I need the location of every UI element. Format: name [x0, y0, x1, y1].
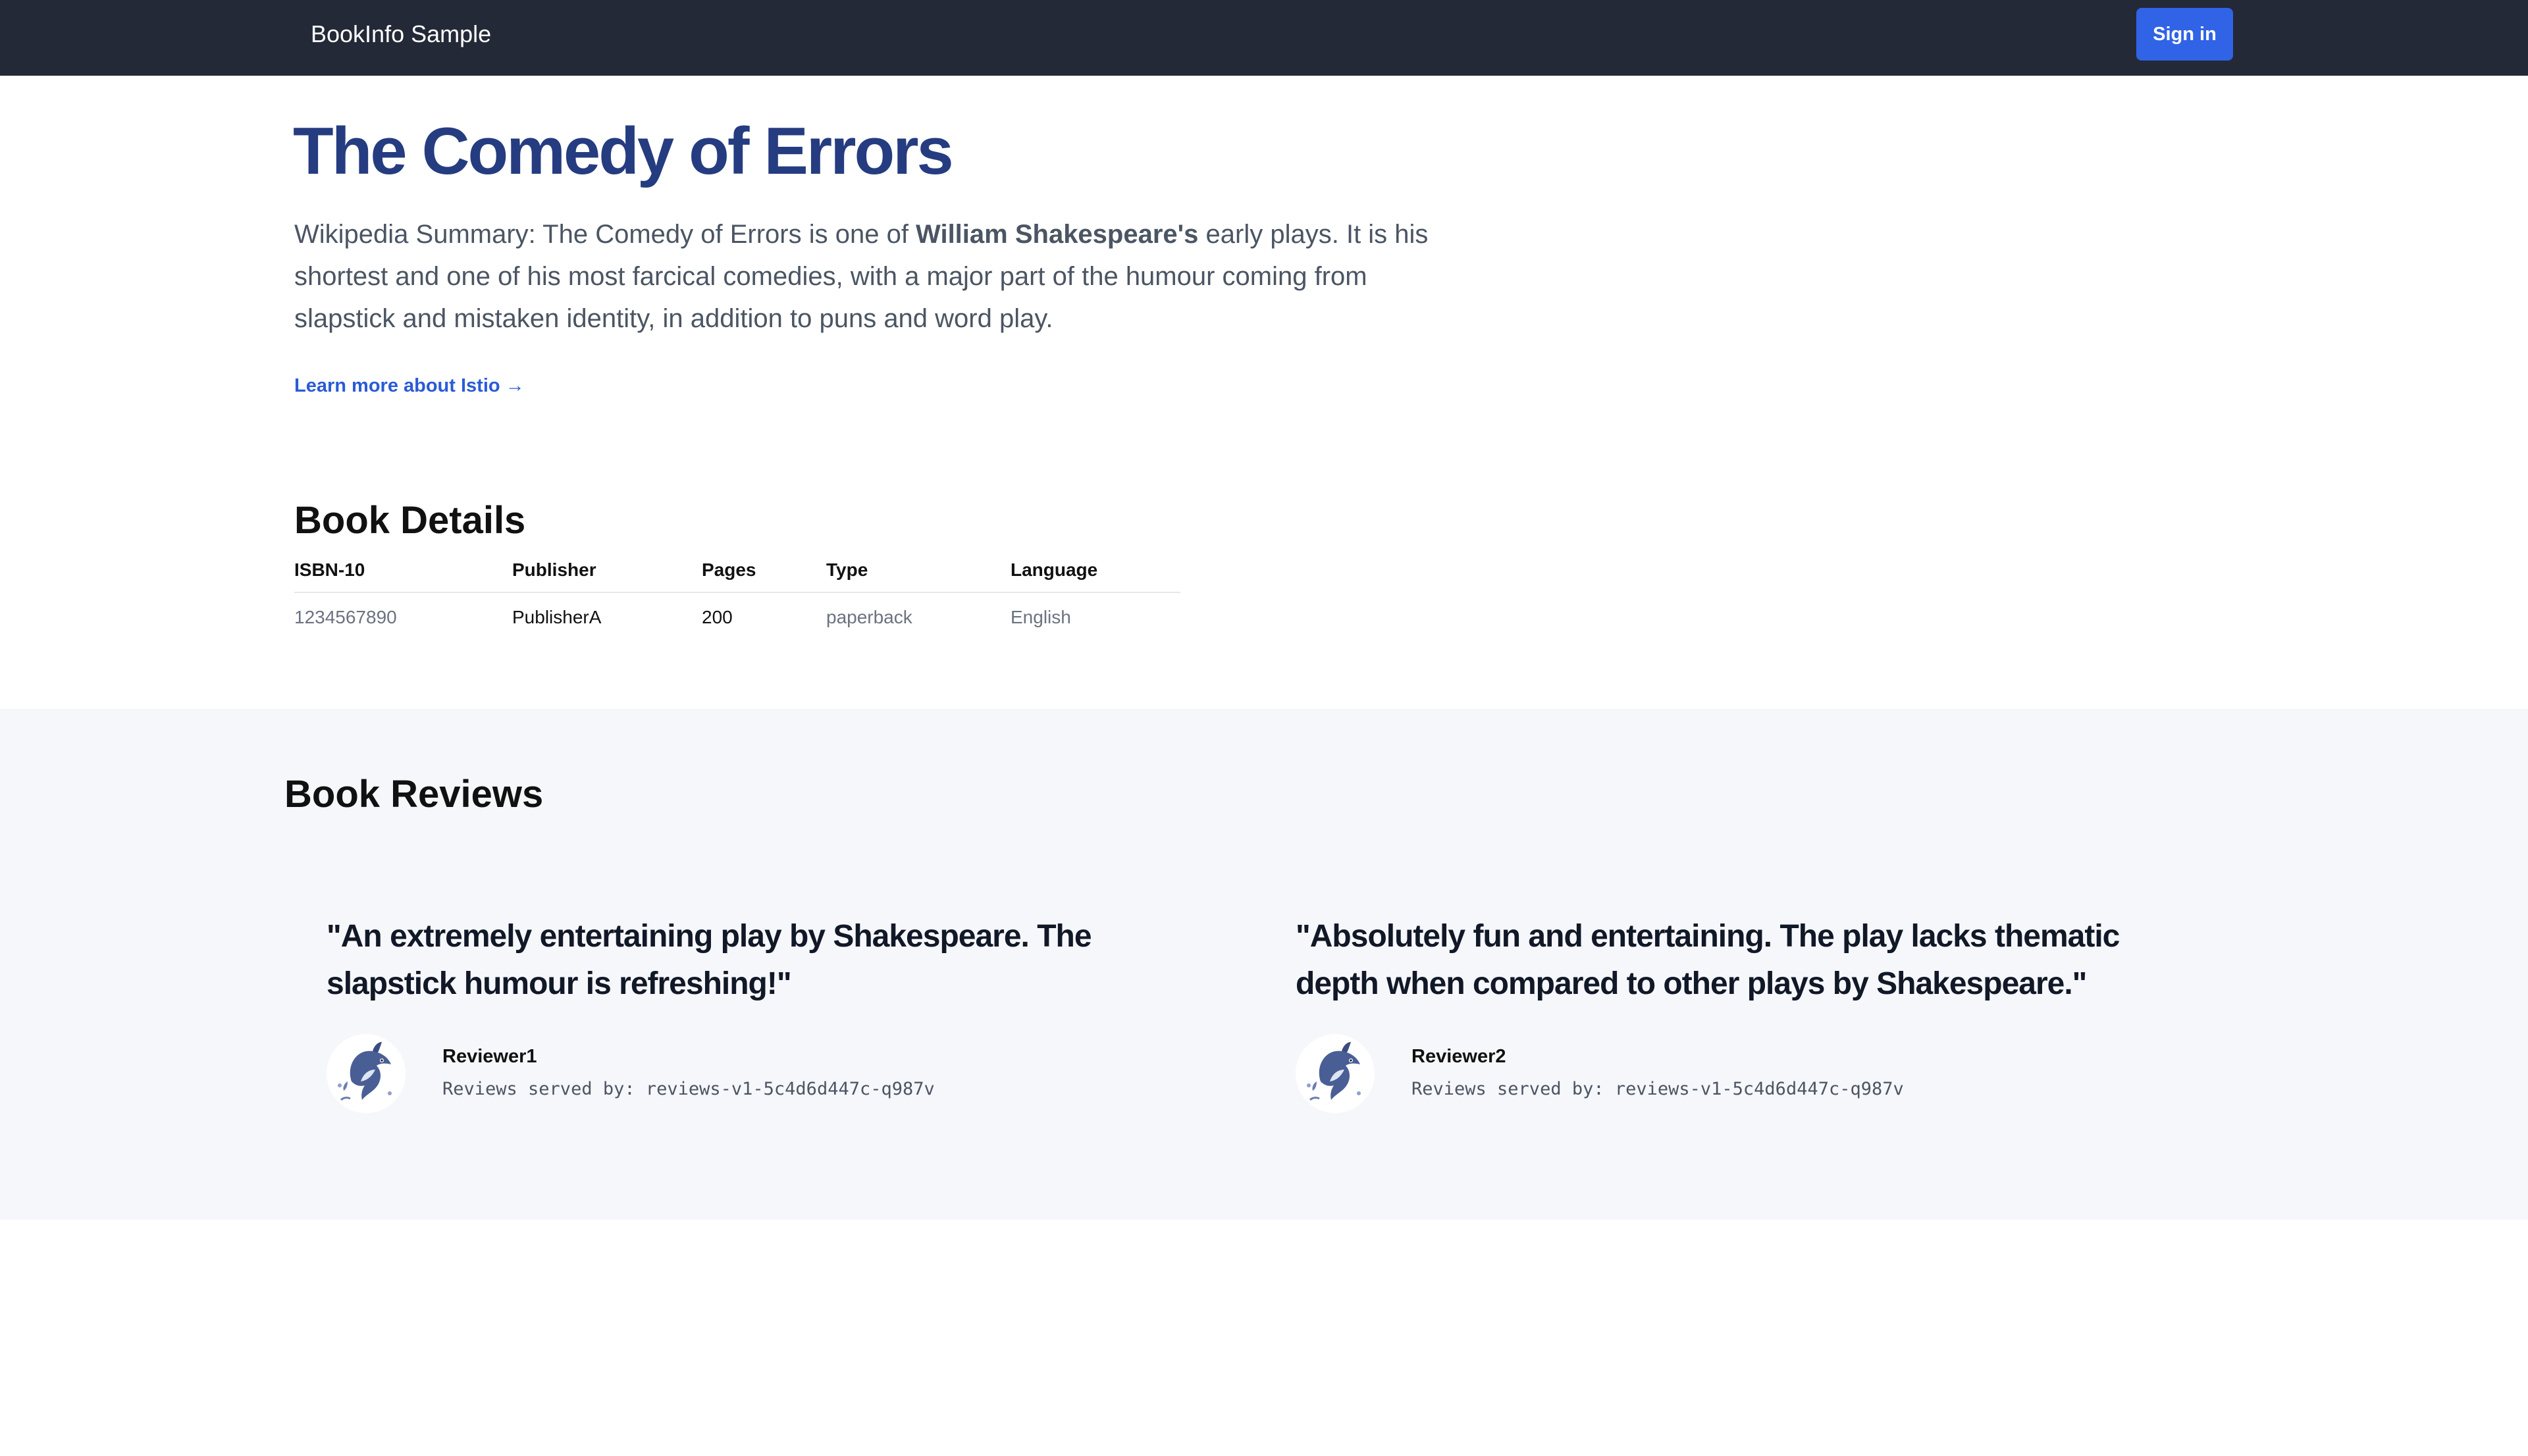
- cell-type: paperback: [826, 606, 912, 627]
- served-by-text: Reviews served by: reviews-v1-5c4d6d447c…: [442, 1079, 935, 1099]
- book-details-table: ISBN-10 Publisher Pages Type Language 12…: [294, 559, 1180, 641]
- header-isbn: ISBN-10: [294, 559, 512, 593]
- table-row: 1234567890 PublisherA 200 paperback Engl…: [294, 592, 1180, 641]
- reviewer-info: Reviewer1 Reviews served by: reviews-v1-…: [327, 1034, 1215, 1113]
- dolphin-avatar-icon: [327, 1034, 406, 1113]
- dolphin-avatar-icon: [1296, 1034, 1375, 1113]
- cell-isbn: 1234567890: [294, 606, 397, 627]
- reviewer-name: Reviewer1: [442, 1046, 537, 1067]
- review-card: "An extremely entertaining play by Shake…: [327, 913, 1215, 1113]
- header-pages: Pages: [702, 559, 826, 593]
- header-language: Language: [1011, 559, 1180, 593]
- learn-more-link[interactable]: Learn more about Istio →: [294, 374, 525, 398]
- book-summary: Wikipedia Summary: The Comedy of Errors …: [294, 213, 1473, 340]
- book-title: The Comedy of Errors: [293, 115, 954, 188]
- table-header-row: ISBN-10 Publisher Pages Type Language: [294, 559, 1180, 593]
- summary-prefix: Wikipedia Summary: The Comedy of Errors …: [294, 220, 916, 249]
- brand-link[interactable]: BookInfo Sample: [311, 20, 491, 49]
- reviewer-info: Reviewer2 Reviews served by: reviews-v1-…: [1296, 1034, 2184, 1113]
- header-publisher: Publisher: [512, 559, 702, 593]
- reviews-section: Book Reviews "An extremely entertaining …: [0, 709, 2528, 1220]
- served-by-text: Reviews served by: reviews-v1-5c4d6d447c…: [1411, 1079, 1904, 1099]
- cell-pages: 200: [702, 606, 733, 627]
- header-type: Type: [826, 559, 1011, 593]
- review-card: "Absolutely fun and entertaining. The pl…: [1296, 913, 2184, 1113]
- review-quote: "Absolutely fun and entertaining. The pl…: [1296, 919, 2120, 1001]
- cell-language: English: [1011, 606, 1071, 627]
- reviewer-name: Reviewer2: [1411, 1046, 1506, 1067]
- book-details-heading: Book Details: [294, 499, 526, 542]
- cell-publisher: PublisherA: [512, 606, 602, 627]
- sign-in-button[interactable]: Sign in: [2136, 8, 2233, 61]
- top-navbar: BookInfo Sample Sign in: [0, 0, 2528, 76]
- summary-author: William Shakespeare's: [916, 220, 1199, 249]
- review-quote: "An extremely entertaining play by Shake…: [327, 919, 1092, 1001]
- book-reviews-heading: Book Reviews: [284, 773, 544, 816]
